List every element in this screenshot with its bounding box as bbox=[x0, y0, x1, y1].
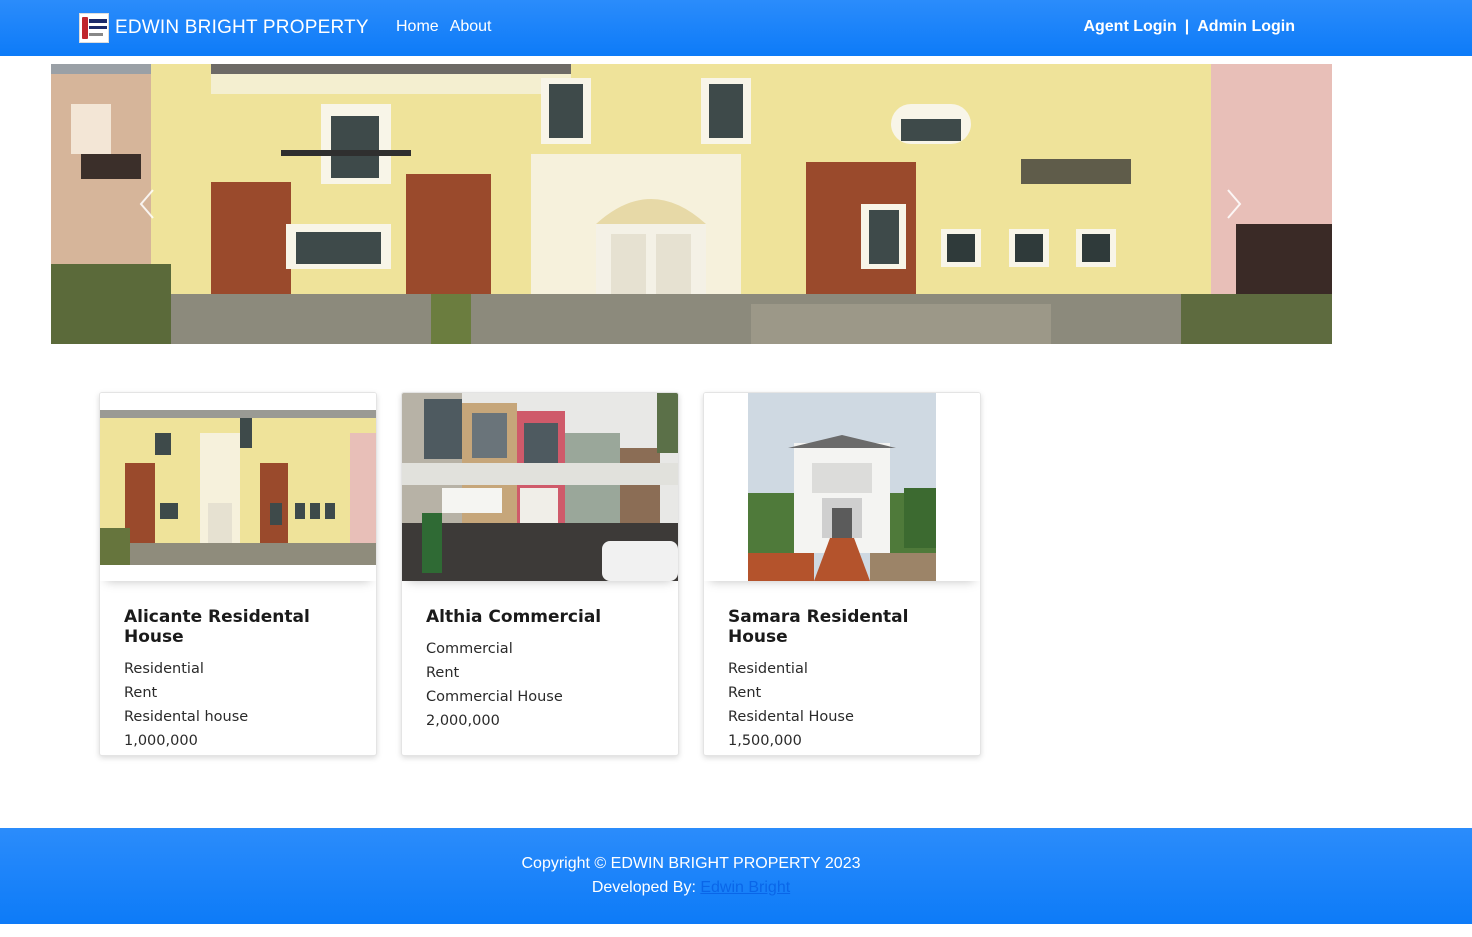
property-title[interactable]: Alicante Residental House bbox=[124, 607, 352, 647]
admin-login-link[interactable]: Admin Login bbox=[1197, 18, 1295, 36]
auth-separator: | bbox=[1184, 18, 1190, 35]
auth-links: Agent Login | Admin Login bbox=[1083, 18, 1295, 36]
property-category: Residential bbox=[728, 661, 808, 677]
property-title[interactable]: Althia Commercial bbox=[426, 607, 654, 627]
property-card[interactable]: Alicante Residental House Residential Re… bbox=[99, 392, 377, 756]
property-price: 1,000,000 bbox=[124, 733, 198, 749]
property-status: Rent bbox=[124, 685, 158, 701]
brand-name: EDWIN BRIGHT PROPERTY bbox=[115, 17, 369, 38]
carousel-prev-button[interactable] bbox=[127, 184, 167, 224]
carousel-next-button[interactable] bbox=[1214, 184, 1254, 224]
property-title[interactable]: Samara Residental House bbox=[728, 607, 956, 647]
property-image[interactable] bbox=[704, 393, 980, 581]
commercial-building-photo bbox=[402, 393, 678, 581]
house-photo bbox=[100, 393, 376, 581]
property-image[interactable] bbox=[100, 393, 376, 581]
property-type: Residental house bbox=[124, 709, 249, 725]
main-nav: Home About bbox=[396, 18, 492, 36]
chevron-right-icon bbox=[1227, 189, 1242, 219]
property-type: Residental House bbox=[728, 709, 854, 725]
developed-by-label: Developed By: bbox=[591, 879, 696, 896]
top-navbar: EDWIN BRIGHT PROPERTY Home About Agent L… bbox=[0, 0, 1472, 56]
white-villa-photo bbox=[704, 393, 980, 581]
agent-login-link[interactable]: Agent Login bbox=[1083, 18, 1176, 36]
property-category: Commercial bbox=[426, 641, 513, 657]
property-card[interactable]: Althia Commercial Commercial Rent Commer… bbox=[401, 392, 679, 756]
footer-developer: Developed By: Edwin Bright bbox=[0, 879, 1427, 897]
nav-home-link[interactable]: Home bbox=[396, 18, 439, 36]
carousel-slide-house-image bbox=[51, 64, 1332, 344]
footer-copyright: Copyright © EDWIN BRIGHT PROPERTY 2023 bbox=[521, 855, 861, 872]
property-type: Commercial House bbox=[426, 689, 563, 705]
property-price: 2,000,000 bbox=[426, 713, 500, 729]
property-list: Alicante Residental House Residential Re… bbox=[99, 392, 981, 756]
hero-carousel bbox=[51, 64, 1332, 344]
company-logo bbox=[79, 13, 109, 43]
property-status: Rent bbox=[426, 665, 460, 681]
brand[interactable]: EDWIN BRIGHT PROPERTY bbox=[79, 13, 369, 43]
property-status: Rent bbox=[728, 685, 762, 701]
property-card[interactable]: Samara Residental House Residential Rent… bbox=[703, 392, 981, 756]
nav-about-link[interactable]: About bbox=[450, 18, 492, 36]
property-image[interactable] bbox=[402, 393, 678, 581]
developer-link[interactable]: Edwin Bright bbox=[700, 879, 790, 896]
site-footer: Copyright © EDWIN BRIGHT PROPERTY 2023 D… bbox=[0, 828, 1472, 924]
property-category: Residential bbox=[124, 661, 204, 677]
chevron-left-icon bbox=[139, 189, 154, 219]
property-price: 1,500,000 bbox=[728, 733, 802, 749]
